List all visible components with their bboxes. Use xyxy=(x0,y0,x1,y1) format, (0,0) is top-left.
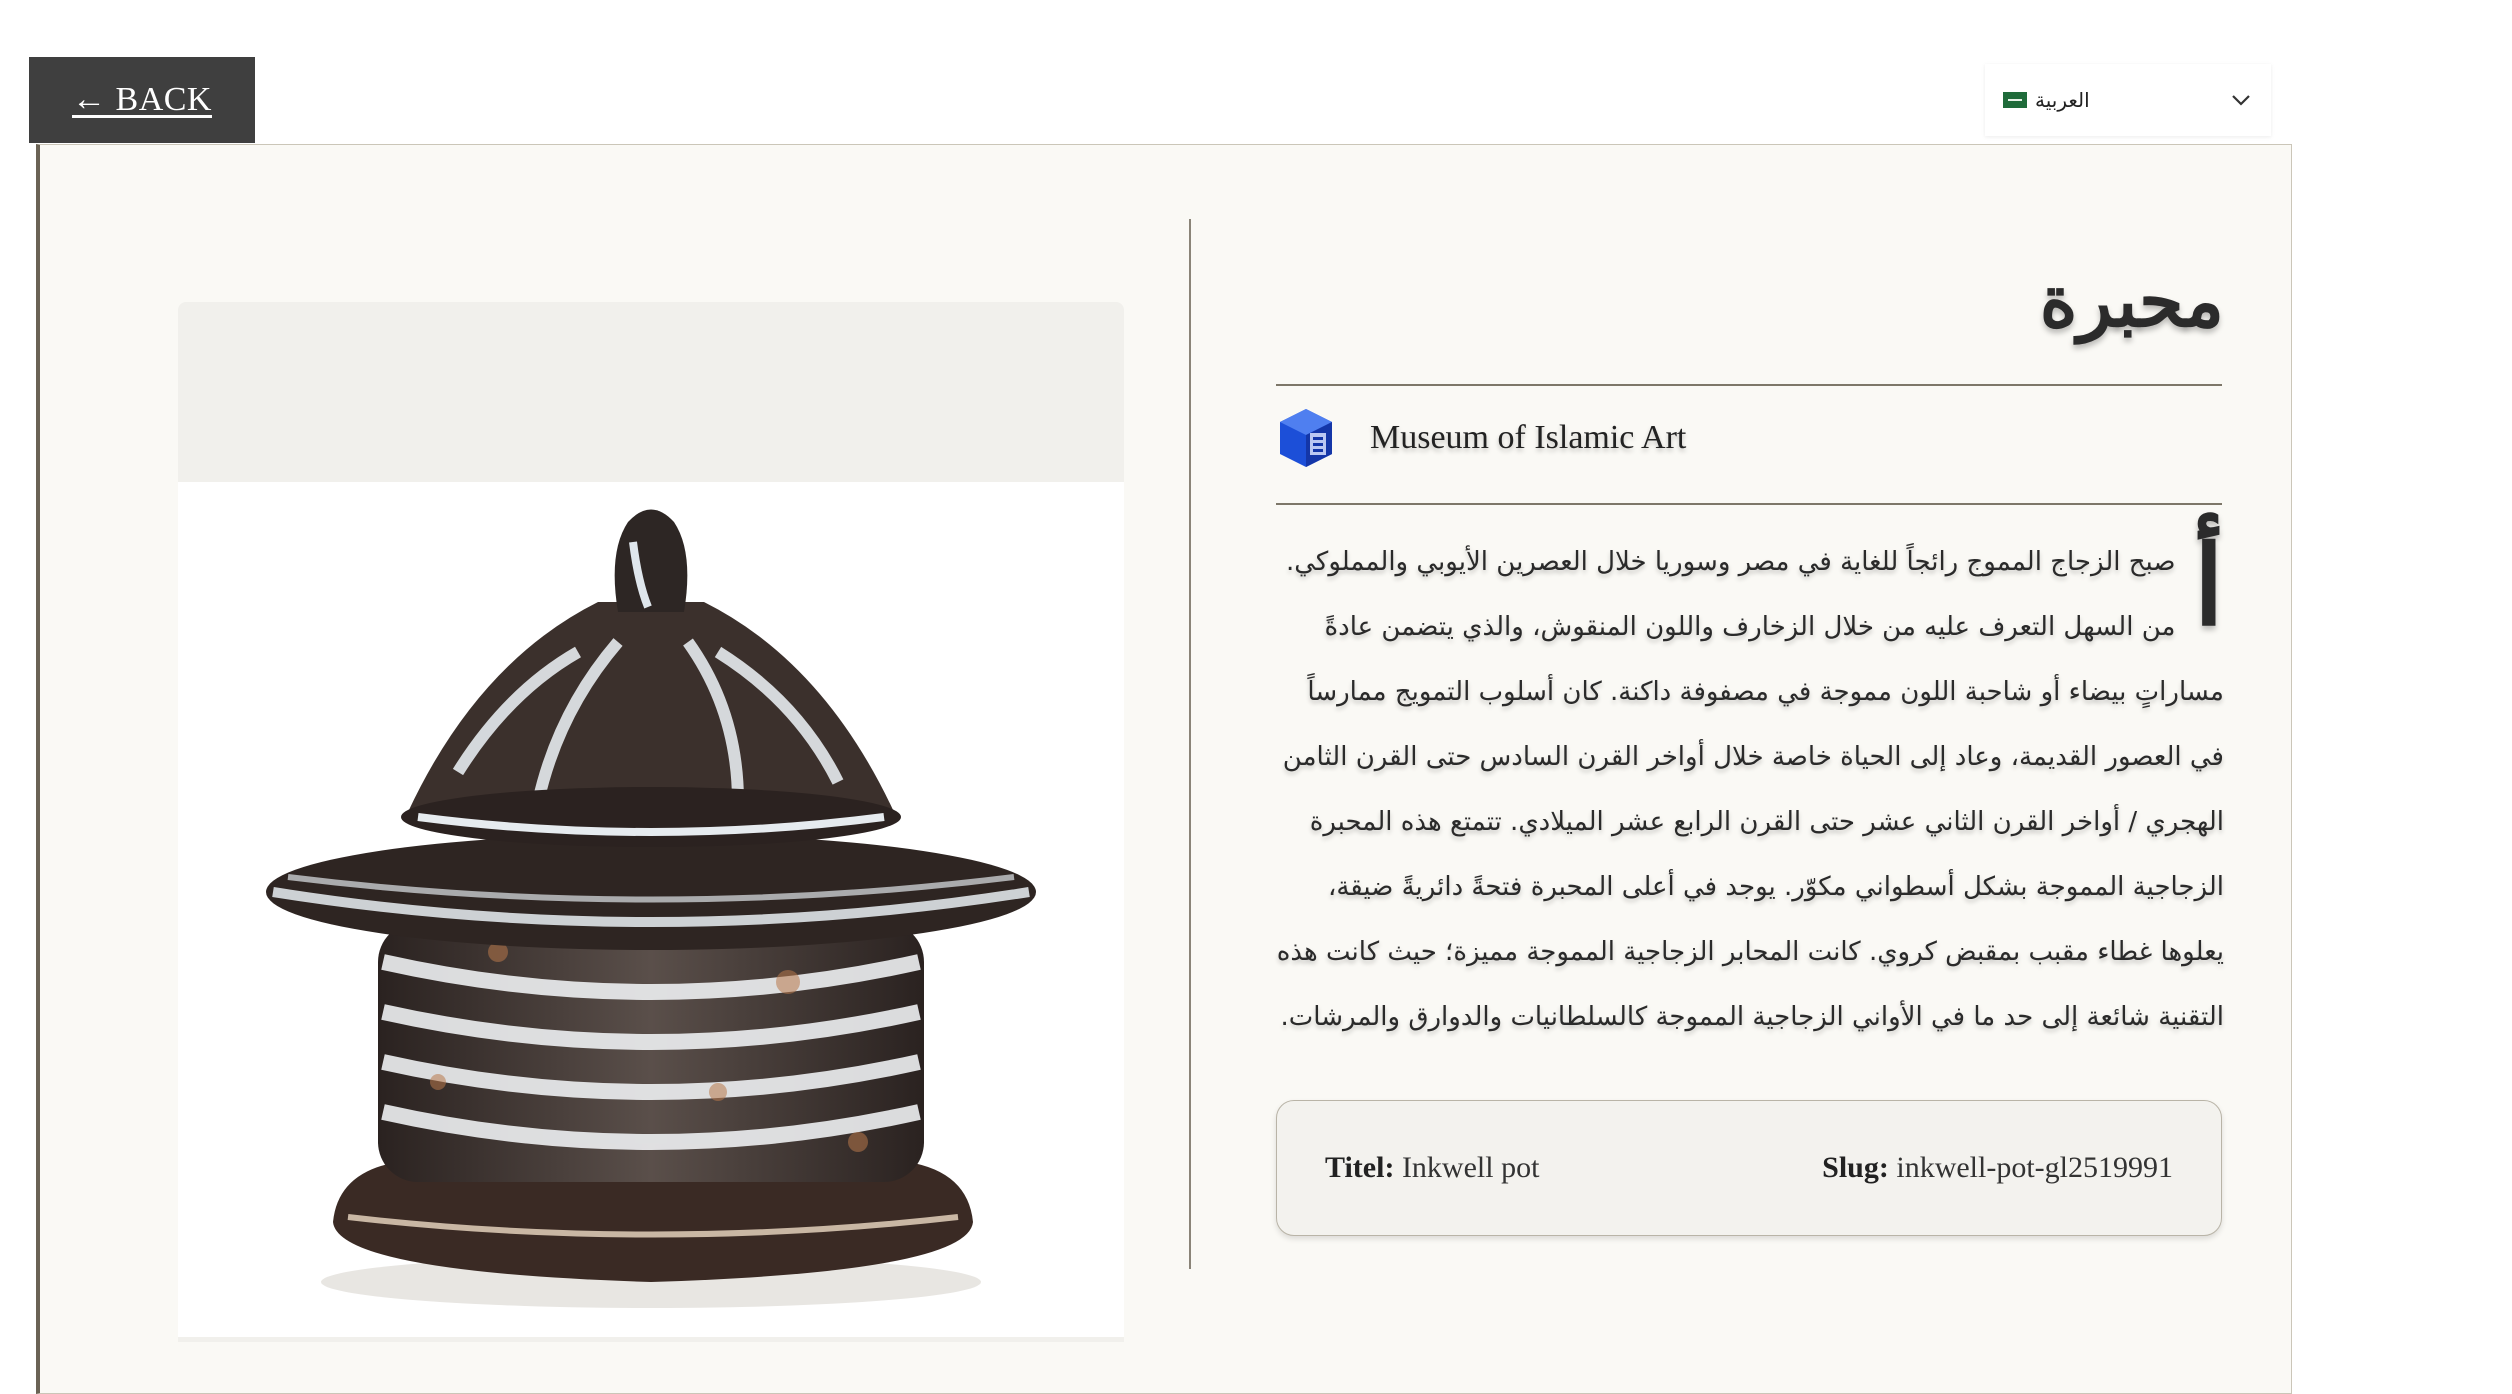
meta-title-label: Titel: xyxy=(1325,1151,1395,1184)
meta-slug-value: inkwell-pot-gl2519991 xyxy=(1896,1151,2173,1184)
chevron-down-icon xyxy=(2229,88,2253,112)
title-divider xyxy=(1276,384,2222,386)
inkwell-image xyxy=(266,509,1036,1308)
description-text: صبح الزجاج المموج رائجاً للغاية في مصر و… xyxy=(1276,547,2224,1032)
artwork-description: أ صبح الزجاج المموج رائجاً للغاية في مصر… xyxy=(1276,530,2224,1050)
back-button[interactable]: ← BACK xyxy=(29,57,255,143)
museum-row: Museum of Islamic Art xyxy=(1276,405,1686,471)
metadata-box: Titel: Inkwell pot Slug: inkwell-pot-gl2… xyxy=(1276,1100,2222,1236)
meta-slug: Slug: inkwell-pot-gl2519991 xyxy=(1822,1151,2173,1185)
vertical-divider xyxy=(1189,219,1191,1269)
saudi-flag-icon xyxy=(2003,92,2027,108)
museum-divider xyxy=(1276,503,2222,505)
artwork-photo xyxy=(178,482,1124,1337)
meta-title-value: Inkwell pot xyxy=(1401,1151,1540,1184)
meta-title: Titel: Inkwell pot xyxy=(1325,1151,1539,1185)
museum-logo-icon xyxy=(1280,409,1332,467)
language-label: العربية xyxy=(2035,88,2090,112)
artwork-image-panel xyxy=(178,302,1124,1342)
description-dropcap: أ xyxy=(2193,521,2224,650)
meta-slug-label: Slug: xyxy=(1822,1151,1889,1184)
artwork-title: محبرة xyxy=(2039,258,2224,343)
language-select[interactable]: العربية xyxy=(1985,64,2271,136)
museum-name: Museum of Islamic Art xyxy=(1370,419,1687,456)
